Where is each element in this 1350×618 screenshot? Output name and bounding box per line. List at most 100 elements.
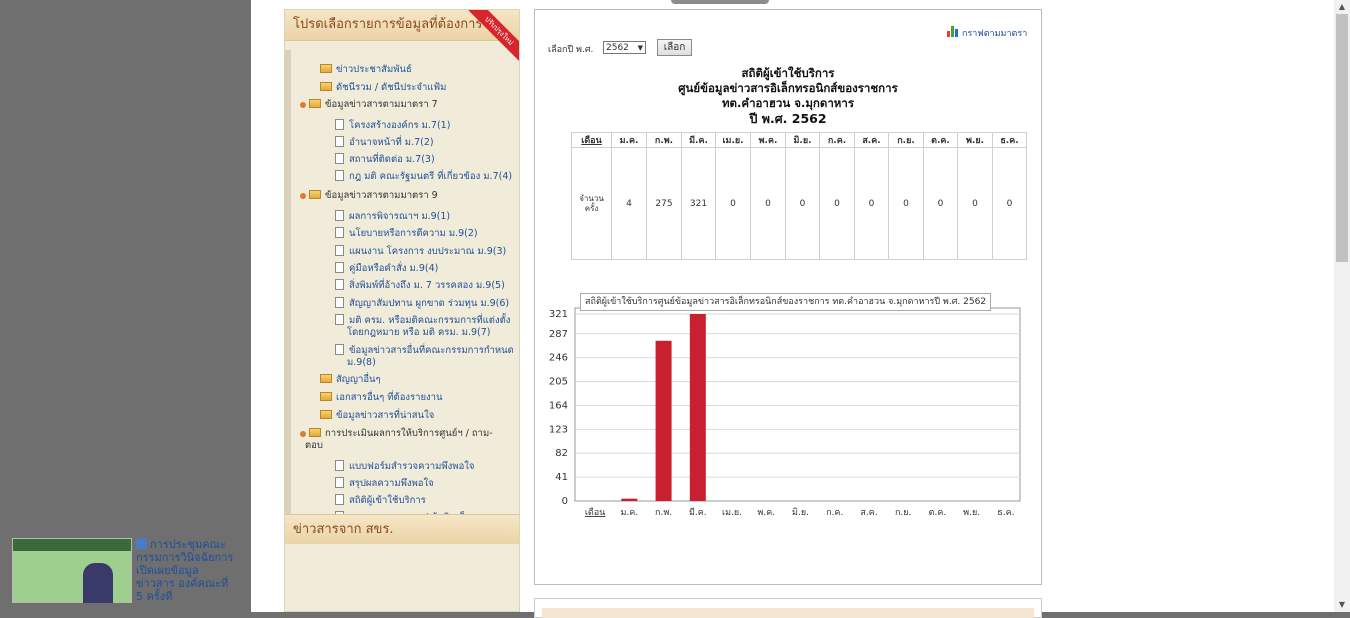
document-icon	[335, 245, 344, 256]
year-select[interactable]: 2562	[603, 41, 646, 54]
menu-item-17[interactable]: เอกสารอื่นๆ ที่ต้องรายงาน	[320, 392, 443, 404]
menu-item-label: ดัชนีรวม / ดัชนีประจำแฟ้ม	[336, 82, 447, 93]
month-count-cell: 0	[785, 147, 820, 260]
document-icon	[335, 297, 344, 308]
menu-item-9[interactable]: นโยบายหรือการตีความ ม.9(2)	[335, 227, 478, 240]
folder-icon	[320, 410, 332, 419]
menu-item-0[interactable]: ข่าวประชาสัมพันธ์	[320, 64, 412, 76]
menu-item-6[interactable]: กฎ มติ คณะรัฐมนตรี ที่เกี่ยวข้อง ม.7(4)	[335, 170, 512, 183]
menu-item-15[interactable]: ข้อมูลข่าวสารอื่นที่คณะกรรมการกำหนด ม.9(8…	[335, 344, 514, 369]
count-label: จำนวน	[579, 193, 604, 203]
x-tick-label: ต.ค.	[929, 508, 947, 518]
month-count-cell: 4	[611, 147, 647, 260]
folder-icon	[309, 99, 321, 108]
x-tick-label: ก.ย.	[895, 508, 911, 518]
month-count-cell: 0	[750, 147, 786, 260]
menu-item-19[interactable]: การประเมินผลการให้บริการศูนย์ฯ / ถาม- ตอบ	[300, 428, 493, 452]
month-count-cell: 0	[854, 147, 889, 260]
bar-chart-icon	[947, 26, 958, 37]
menu-item-label: สรุปผลความพึงพอใจ	[349, 478, 434, 489]
menu-item-label: แบบฟอร์มสำรวจความพึงพอใจ	[349, 461, 475, 472]
menu-item-2[interactable]: ข้อมูลข่าวสารตามมาตรา 7	[300, 99, 438, 111]
scroll-down-icon[interactable]: ▼	[1334, 598, 1350, 612]
document-icon	[335, 279, 344, 290]
menu-item-3[interactable]: โครงสร้างองค์กร ม.7(1)	[335, 119, 450, 132]
month-count-cell: 0	[992, 147, 1027, 260]
month-header-cell: ม.ค.	[611, 132, 647, 148]
graph-by-section-link[interactable]: กราฟตามมาตรา	[947, 26, 1027, 40]
month-count-cell: 0	[715, 147, 751, 260]
document-icon	[335, 136, 344, 147]
menu-item-label: อำนาจหน้าที่ ม.7(2)	[349, 137, 434, 148]
month-header-cell: เดือน	[571, 132, 612, 148]
page-scrollbar[interactable]: ▲ ▼	[1334, 0, 1350, 612]
menu-item-10[interactable]: แผนงาน โครงการ งบประมาณ ม.9(3)	[335, 245, 506, 258]
news-header: ข่าวสารจาก สขร.	[285, 514, 519, 544]
bullet-icon	[300, 193, 306, 199]
month-header-cell: พ.ย.	[957, 132, 993, 148]
menu-item-12[interactable]: สิ่งพิมพ์ที่อ้างถึง ม. 7 วรรคสอง ม.9(5)	[335, 279, 505, 292]
folder-icon	[309, 428, 321, 437]
x-tick-label: มี.ค.	[689, 507, 707, 518]
menu-item-label: โครงสร้างองค์กร ม.7(1)	[349, 120, 451, 131]
y-tick-label: 123	[549, 424, 568, 435]
menu-item-label: เอกสารอื่นๆ ที่ต้องรายงาน	[336, 392, 443, 403]
news-thumbnail[interactable]	[12, 538, 132, 603]
menu-item-5[interactable]: สถานที่ติดต่อ ม.7(3)	[335, 153, 435, 166]
month-header-cell: ธ.ค.	[992, 132, 1027, 148]
month-header-cell: มี.ค.	[681, 132, 716, 148]
scroll-thumb[interactable]	[1336, 14, 1348, 262]
month-header-cell: ต.ค.	[923, 132, 958, 148]
bottom-panel	[534, 598, 1042, 618]
title-line-2: ศูนย์ข้อมูลข่าวสารอิเล็กทรอนิกส์ของราชกา…	[678, 81, 898, 95]
document-icon	[335, 262, 344, 273]
sidebar-menu: ข่าวประชาสัมพันธ์ดัชนีรวม / ดัชนีประจำแฟ…	[285, 54, 519, 514]
title-line-1: สถิติผู้เข้าใช้บริการ	[741, 66, 835, 80]
month-count-cell: 0	[923, 147, 958, 260]
month-count-cell: 0	[888, 147, 924, 260]
y-tick-label: 246	[549, 353, 568, 364]
month-header-cell: ก.พ.	[646, 132, 682, 148]
menu-item-16[interactable]: สัญญาอื่นๆ	[320, 374, 381, 386]
folder-icon	[320, 392, 332, 401]
scroll-up-icon[interactable]: ▲	[1334, 0, 1350, 14]
menu-item-22[interactable]: สถิติผู้เข้าใช้บริการ	[335, 494, 426, 507]
menu-item-label: การประเมินผลการให้บริการศูนย์ฯ / ถาม-	[325, 428, 493, 439]
menu-item-label: คู่มือหรือคำสั่ง ม.9(4)	[349, 263, 439, 274]
menu-item-label: สัญญาสัมปทาน ผูกขาด ร่วมทุน ม.9(6)	[349, 298, 510, 309]
menu-item-label: สถานที่ติดต่อ ม.7(3)	[349, 154, 435, 165]
x-tick-label: ก.พ.	[655, 508, 672, 518]
document-icon	[335, 210, 344, 221]
menu-item-8[interactable]: ผลการพิจารณาฯ ม.9(1)	[335, 210, 450, 223]
select-year-button[interactable]: เลือก	[657, 39, 692, 56]
menu-item-label-2: ตอบ	[305, 440, 323, 451]
menu-item-4[interactable]: อำนาจหน้าที่ ม.7(2)	[335, 136, 434, 149]
document-icon	[335, 344, 344, 355]
document-icon	[335, 477, 344, 488]
menu-item-7[interactable]: ข้อมูลข่าวสารตามมาตรา 9	[300, 190, 438, 202]
y-tick-label: 287	[549, 329, 568, 340]
menu-item-1[interactable]: ดัชนีรวม / ดัชนีประจำแฟ้ม	[320, 82, 446, 94]
menu-item-11[interactable]: คู่มือหรือคำสั่ง ม.9(4)	[335, 262, 438, 275]
menu-item-label: สถิติผู้เข้าใช้บริการ	[349, 495, 426, 506]
month-header-cell: มิ.ย.	[785, 132, 820, 148]
document-icon	[335, 153, 344, 164]
menu-item-label: ข้อมูลข่าวสารที่น่าสนใจ	[336, 410, 435, 421]
x-tick-label: ธ.ค.	[997, 508, 1014, 518]
y-tick-label: 205	[549, 377, 568, 388]
stats-table: เดือน ม.ค. ก.พ. มี.ค. เม.ย. พ.ค. มิ.ย. ก.ค. ส.ค.…	[571, 132, 1027, 260]
bullet-icon	[300, 431, 306, 437]
menu-item-21[interactable]: สรุปผลความพึงพอใจ	[335, 477, 434, 490]
stats-title: สถิติผู้เข้าใช้บริการ ศูนย์ข้อมูลข่าวสาร…	[534, 66, 1042, 126]
menu-item-18[interactable]: ข้อมูลข่าวสารที่น่าสนใจ	[320, 410, 434, 422]
x-tick-label: มิ.ย.	[792, 507, 809, 518]
menu-item-20[interactable]: แบบฟอร์มสำรวจความพึงพอใจ	[335, 460, 474, 473]
month-count-cell: 275	[646, 147, 682, 260]
menu-item-label: แผนงาน โครงการ งบประมาณ ม.9(3)	[349, 246, 507, 257]
news-link[interactable]: การประชุมคณะกรรมการวินิจฉัยการเปิดเผยข้อ…	[136, 538, 236, 603]
menu-item-13[interactable]: สัญญาสัมปทาน ผูกขาด ร่วมทุน ม.9(6)	[335, 297, 509, 310]
count-label-cell: จำนวน ครั้ง	[571, 147, 612, 260]
menu-item-label: นโยบายหรือการตีความ ม.9(2)	[349, 228, 478, 239]
menu-item-14[interactable]: มติ ครม. หรือมติคณะกรรมการที่แต่งตั้ง โดย…	[335, 314, 510, 339]
month-count-cell: 0	[819, 147, 855, 260]
